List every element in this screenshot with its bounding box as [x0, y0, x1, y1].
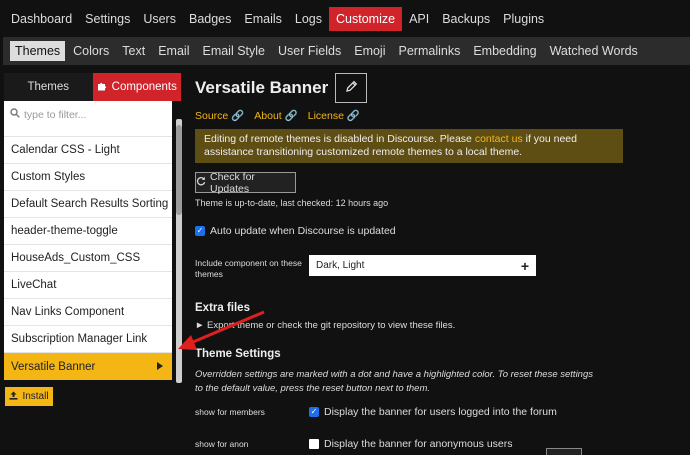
list-item[interactable]: LiveChat	[4, 272, 172, 299]
check-updates-button[interactable]: Check for Updates	[195, 171, 296, 195]
setting-row: show for members ✓ Display the banner fo…	[195, 406, 690, 418]
subnav-watched-words[interactable]: Watched Words	[545, 41, 643, 61]
nav-backups[interactable]: Backups	[436, 7, 496, 31]
edit-name-button[interactable]	[335, 73, 368, 103]
list-scrollbar[interactable]	[176, 119, 182, 383]
subnav-themes[interactable]: Themes	[10, 41, 66, 61]
nav-plugins[interactable]: Plugins	[497, 7, 550, 31]
customize-sub-nav: Themes Colors Text Email Email Style Use…	[3, 37, 690, 65]
list-item-selected[interactable]: Versatile Banner	[4, 353, 172, 380]
nav-emails[interactable]: Emails	[238, 7, 288, 31]
nav-logs[interactable]: Logs	[289, 7, 328, 31]
list-item-partial	[4, 128, 172, 137]
list-item[interactable]: HouseAds_Custom_CSS	[4, 245, 172, 272]
reset-button[interactable]	[546, 448, 582, 455]
list-item[interactable]: Default Search Results Sorting	[4, 191, 172, 218]
link-icon: 🔗	[346, 110, 360, 122]
auto-update-row: ✓ Auto update when Discourse is updated	[195, 225, 690, 237]
subnav-permalinks[interactable]: Permalinks	[394, 41, 466, 61]
subnav-embedding[interactable]: Embedding	[468, 41, 541, 61]
nav-api[interactable]: API	[403, 7, 435, 31]
remote-theme-notice: Editing of remote themes is disabled in …	[195, 129, 623, 163]
tab-themes-label: Themes	[27, 81, 70, 93]
tab-themes[interactable]: Themes	[4, 73, 93, 101]
upload-icon	[9, 391, 18, 403]
themes-sidebar: Themes Components Calendar CSS - Light C…	[4, 73, 182, 383]
subnav-text[interactable]: Text	[117, 41, 150, 61]
license-link[interactable]: License 🔗	[308, 109, 360, 122]
include-component-row: Include component on these themes Dark, …	[195, 255, 690, 280]
link-icon: 🔗	[231, 110, 245, 122]
theme-settings-description: Overridden settings are marked with a do…	[195, 369, 593, 394]
tab-components-label: Components	[111, 81, 177, 93]
subnav-user-fields[interactable]: User Fields	[273, 41, 346, 61]
theme-settings-heading: Theme Settings	[195, 348, 281, 360]
puzzle-icon	[97, 81, 107, 94]
list-item[interactable]: Nav Links Component	[4, 299, 172, 326]
install-button[interactable]: Install	[5, 387, 53, 406]
title-row: Versatile Banner	[195, 72, 690, 104]
setting-control: ✓ Display the banner for users logged in…	[309, 406, 557, 418]
chevron-right-icon: ►	[195, 320, 205, 331]
caret-right-icon	[157, 361, 163, 373]
include-themes-select[interactable]: Dark, Light +	[309, 255, 536, 276]
setting-label: show for anon	[195, 439, 249, 449]
setting-control: Display the banner for anonymous users	[309, 438, 513, 450]
setting-row: show for anon Display the banner for ano…	[195, 438, 690, 450]
subnav-emoji[interactable]: Emoji	[349, 41, 390, 61]
extra-files-heading: Extra files	[195, 302, 250, 314]
subnav-email-style[interactable]: Email Style	[197, 41, 270, 61]
auto-update-checkbox[interactable]: ✓	[195, 226, 205, 236]
components-list: Calendar CSS - Light Custom Styles Defau…	[4, 128, 172, 380]
scrollbar-thumb[interactable]	[176, 125, 182, 215]
plus-icon: +	[520, 257, 529, 274]
setting-label: show for members	[195, 407, 265, 417]
pencil-icon	[345, 80, 358, 96]
include-value: Dark, Light	[316, 260, 365, 271]
extra-files-toggle[interactable]: ► Export theme or check the git reposito…	[195, 320, 690, 331]
list-item[interactable]: header-theme-toggle	[4, 218, 172, 245]
filter-input[interactable]	[24, 108, 164, 121]
list-item[interactable]: Calendar CSS - Light	[4, 137, 172, 164]
page-title: Versatile Banner	[195, 78, 329, 97]
install-label: Install	[22, 391, 49, 402]
contact-us-link[interactable]: contact us	[475, 133, 523, 145]
search-icon	[10, 108, 20, 121]
theme-settings-section: Theme Settings Overridden settings are m…	[195, 348, 690, 450]
nav-customize[interactable]: Customize	[329, 6, 403, 31]
theme-links: Source 🔗 About 🔗 License 🔗	[195, 109, 690, 122]
auto-update-label: Auto update when Discourse is updated	[210, 225, 396, 237]
list-item[interactable]: Custom Styles	[4, 164, 172, 191]
source-link[interactable]: Source 🔗	[195, 109, 244, 122]
about-link[interactable]: About 🔗	[254, 109, 297, 122]
link-icon: 🔗	[284, 110, 298, 122]
list-item[interactable]: Subscription Manager Link	[4, 326, 172, 353]
show-for-members-checkbox[interactable]: ✓	[309, 407, 319, 417]
tab-components[interactable]: Components	[92, 73, 181, 101]
subnav-email[interactable]: Email	[153, 41, 194, 61]
subnav-colors[interactable]: Colors	[68, 41, 114, 61]
theme-filter	[4, 101, 172, 128]
extra-files-section: Extra files ► Export theme or check the …	[195, 302, 690, 331]
show-for-anon-checkbox[interactable]	[309, 439, 319, 449]
nav-users[interactable]: Users	[137, 7, 182, 31]
admin-top-nav: Dashboard Settings Users Badges Emails L…	[0, 0, 690, 37]
include-label: Include component on these themes	[195, 258, 302, 279]
refresh-icon	[196, 176, 206, 189]
nav-settings[interactable]: Settings	[79, 7, 136, 31]
setting-description: Display the banner for users logged into…	[324, 406, 557, 418]
setting-description: Display the banner for anonymous users	[324, 438, 513, 450]
up-to-date-status: Theme is up-to-date, last checked: 12 ho…	[195, 198, 389, 208]
theme-detail: Versatile Banner Source 🔗 About 🔗 Licens…	[195, 72, 690, 450]
nav-badges[interactable]: Badges	[183, 7, 237, 31]
nav-dashboard[interactable]: Dashboard	[5, 7, 78, 31]
sidebar-tabs: Themes Components	[4, 73, 181, 101]
